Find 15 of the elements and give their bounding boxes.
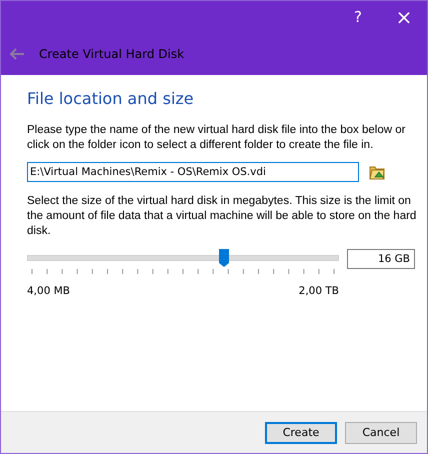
size-field[interactable]: 16 GB bbox=[347, 249, 415, 269]
location-instructions: Please type the name of the new virtual hard disk file into the box below or click on the folder icon to select a different folder to create the file in. bbox=[27, 123, 406, 153]
size-slider[interactable] bbox=[27, 249, 339, 267]
close-button[interactable]: × bbox=[381, 1, 427, 33]
max-size-label: 2,00 TB bbox=[298, 285, 339, 297]
min-size-label: 4,00 MB bbox=[27, 285, 70, 297]
help-button[interactable]: ? bbox=[335, 1, 381, 33]
file-location-field[interactable]: E:\Virtual Machines\Remix - OS\Remix OS.vdi bbox=[27, 162, 359, 182]
create-button[interactable]: Create bbox=[265, 422, 337, 444]
folder-icon[interactable] bbox=[369, 164, 385, 180]
size-instructions: Select the size of the virtual hard disk in megabytes. This size is the limit on the amount of file data that a virtual machine will be able to store on the hard disk. bbox=[27, 194, 418, 239]
window-title: Create Virtual Hard Disk bbox=[39, 47, 184, 61]
page-heading: File location and size bbox=[27, 89, 195, 108]
cancel-button[interactable]: Cancel bbox=[345, 422, 417, 444]
slider-thumb[interactable] bbox=[218, 249, 229, 267]
